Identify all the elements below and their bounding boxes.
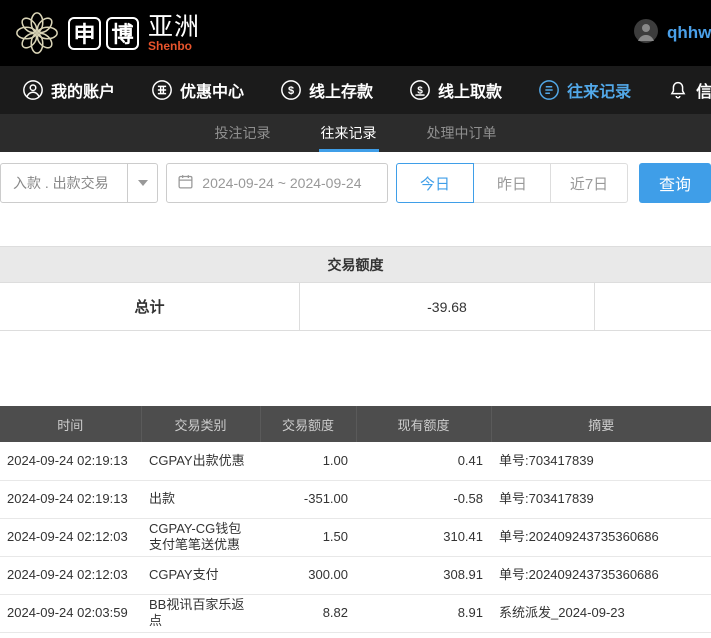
nav-item-my-account[interactable]: 我的账户 (22, 78, 115, 102)
col-header-type: 交易类别 (141, 406, 260, 442)
tab-transaction-records[interactable]: 往来记录 (319, 114, 379, 152)
col-header-summary: 摘要 (491, 406, 711, 442)
table-row: 2024-09-24 02:19:13 CGPAY出款优惠 1.00 0.41 … (0, 442, 711, 480)
records-header-row: 时间 交易类别 交易额度 现有额度 摘要 (0, 406, 711, 442)
user-area[interactable]: qhhwa (633, 0, 711, 66)
summary-total-row: 总计 -39.68 (0, 283, 711, 331)
cell-balance: 308.91 (356, 556, 491, 594)
cell-time: 2024-09-24 02:12:03 (0, 518, 141, 556)
summary-empty-cell (595, 283, 711, 330)
cell-summary: 单号:202409243735360686 (491, 518, 711, 556)
nav-label: 线上取款 (438, 78, 502, 102)
date-range-input[interactable]: 2024-09-24 ~ 2024-09-24 (166, 163, 388, 203)
records-section: 时间 交易类别 交易额度 现有额度 摘要 2024-09-24 02:19:13… (0, 406, 711, 633)
cell-time: 2024-09-24 02:03:59 (0, 594, 141, 632)
avatar-icon (633, 18, 659, 49)
calendar-icon (177, 173, 194, 193)
account-icon (22, 79, 44, 101)
date-range-value: 2024-09-24 ~ 2024-09-24 (202, 175, 361, 191)
bell-icon (667, 79, 689, 101)
nav-label: 我的账户 (51, 78, 115, 102)
search-button[interactable]: 查询 (639, 163, 711, 203)
chevron-down-icon (138, 180, 148, 186)
table-row: 2024-09-24 02:19:13 出款 -351.00 -0.58 单号:… (0, 480, 711, 518)
col-header-time: 时间 (0, 406, 141, 442)
deposit-icon: $ (280, 79, 302, 101)
cell-summary: 单号:202409243735360686 (491, 556, 711, 594)
cell-balance: -0.58 (356, 480, 491, 518)
table-row: 2024-09-24 02:03:59 BB视讯百家乐返点 8.82 8.91 … (0, 594, 711, 632)
cell-balance: 310.41 (356, 518, 491, 556)
nav-item-messages[interactable]: 信息 (667, 78, 711, 102)
cell-balance: 0.41 (356, 442, 491, 480)
summary-header: 交易额度 (0, 247, 711, 283)
main-nav: 我的账户 优惠中心 $ 线上存款 $ 线上取款 (0, 66, 711, 114)
cell-balance: 8.91 (356, 594, 491, 632)
col-header-amount: 交易额度 (260, 406, 356, 442)
cell-type: CGPAY-CG钱包支付笔笔送优惠 (141, 518, 260, 556)
summary-total-label: 总计 (0, 283, 300, 330)
brand-char-2: 博 (106, 17, 139, 50)
summary-table: 交易额度 总计 -39.68 (0, 246, 711, 331)
cell-type: CGPAY支付 (141, 556, 260, 594)
cell-amount: 8.82 (260, 594, 356, 632)
cell-amount: -351.00 (260, 480, 356, 518)
yesterday-button[interactable]: 昨日 (473, 163, 551, 203)
cell-amount: 300.00 (260, 556, 356, 594)
svg-text:$: $ (288, 85, 294, 97)
nav-label: 往来记录 (567, 78, 631, 102)
cell-summary: 单号:703417839 (491, 480, 711, 518)
cell-summary: 系统派发_2024-09-23 (491, 594, 711, 632)
nav-label: 信息 (696, 78, 711, 102)
cell-amount: 1.50 (260, 518, 356, 556)
cell-amount: 1.00 (260, 442, 356, 480)
filter-bar: 入款 . 出款交易 2024-09-24 ~ 2024-09-24 今日 昨日 … (0, 152, 711, 214)
table-row: 2024-09-24 02:12:03 CGPAY-CG钱包支付笔笔送优惠 1.… (0, 518, 711, 556)
promotions-icon (151, 79, 173, 101)
brand-logo: 申 博 (68, 17, 139, 50)
cell-time: 2024-09-24 02:19:13 (0, 442, 141, 480)
nav-label: 线上存款 (309, 78, 373, 102)
username-label[interactable]: qhhwa (667, 23, 711, 43)
quick-range-group: 今日 昨日 近7日 (396, 163, 628, 203)
cell-type: BB视讯百家乐返点 (141, 594, 260, 632)
brand-region-block: 亚洲 Shenbo (148, 14, 200, 53)
records-table: 时间 交易类别 交易额度 现有额度 摘要 2024-09-24 02:19:13… (0, 406, 711, 633)
flower-logo-icon (14, 10, 60, 56)
summary-total-value: -39.68 (300, 283, 595, 330)
tab-betting-records[interactable]: 投注记录 (213, 114, 273, 152)
cell-type: 出款 (141, 480, 260, 518)
cell-type: CGPAY出款优惠 (141, 442, 260, 480)
records-table-body: 2024-09-24 02:19:13 CGPAY出款优惠 1.00 0.41 … (0, 442, 711, 632)
records-icon (538, 79, 560, 101)
cell-time: 2024-09-24 02:12:03 (0, 556, 141, 594)
nav-item-withdrawal[interactable]: $ 线上取款 (409, 78, 502, 102)
col-header-balance: 现有额度 (356, 406, 491, 442)
select-caret-cell[interactable] (127, 164, 157, 202)
sub-nav: 投注记录 往来记录 处理中订单 (0, 114, 711, 152)
nav-item-records[interactable]: 往来记录 (538, 78, 631, 102)
last7days-button[interactable]: 近7日 (550, 163, 628, 203)
transaction-type-select[interactable]: 入款 . 出款交易 (0, 163, 158, 203)
nav-label: 优惠中心 (180, 78, 244, 102)
brand-subtitle: Shenbo (148, 40, 200, 53)
brand-char-1: 申 (68, 17, 101, 50)
withdrawal-icon: $ (409, 79, 431, 101)
cell-summary: 单号:703417839 (491, 442, 711, 480)
nav-item-deposit[interactable]: $ 线上存款 (280, 78, 373, 102)
brand-region: 亚洲 (148, 14, 200, 40)
cell-time: 2024-09-24 02:19:13 (0, 480, 141, 518)
today-button[interactable]: 今日 (396, 163, 474, 203)
transaction-type-value: 入款 . 出款交易 (1, 173, 127, 193)
table-row: 2024-09-24 02:12:03 CGPAY支付 300.00 308.9… (0, 556, 711, 594)
nav-item-promotions[interactable]: 优惠中心 (151, 78, 244, 102)
top-header: 申 博 亚洲 Shenbo qhhwa (0, 0, 711, 66)
tab-processing-orders[interactable]: 处理中订单 (425, 114, 499, 152)
